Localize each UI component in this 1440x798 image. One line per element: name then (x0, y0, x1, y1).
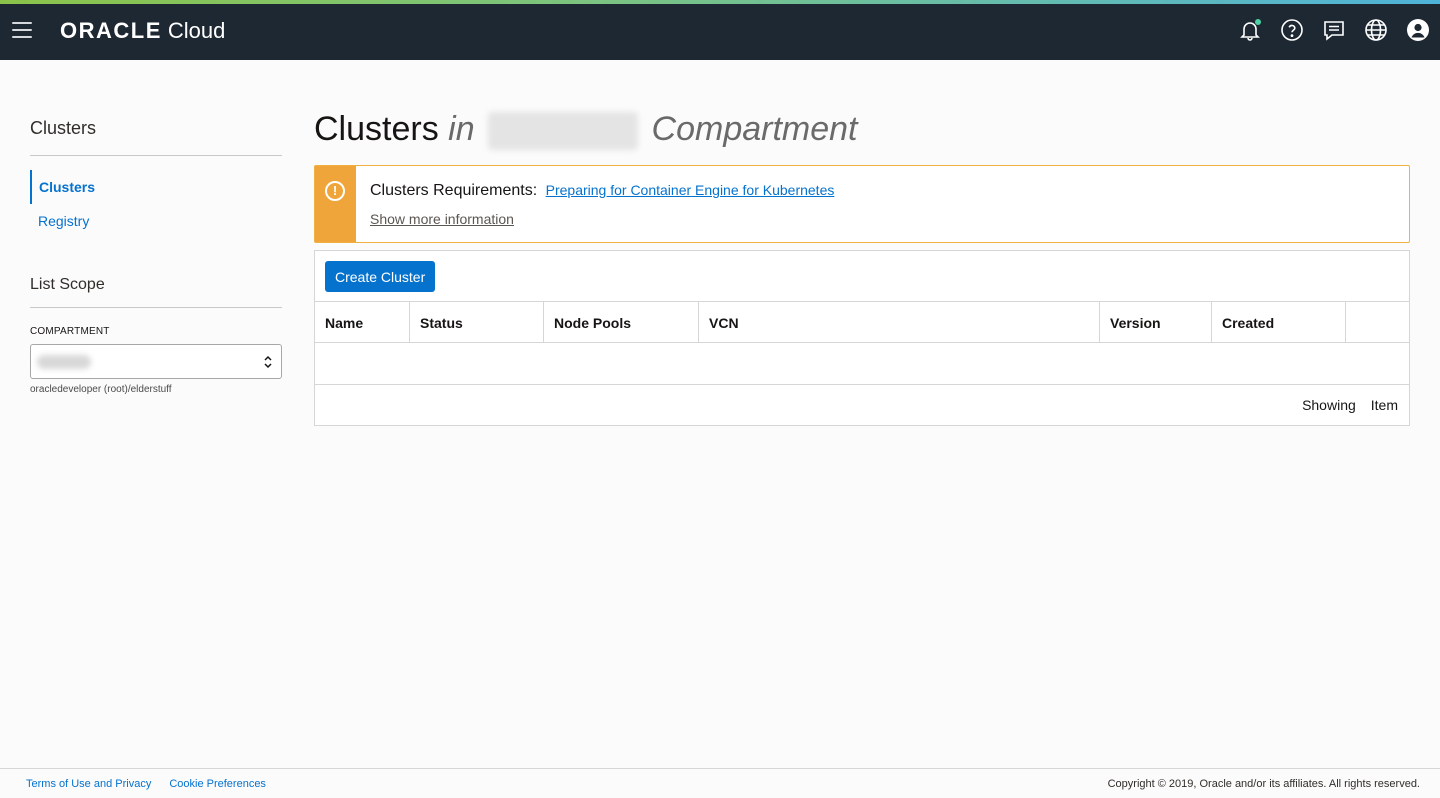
sidebar: Clusters Clusters Registry List Scope CO… (30, 118, 282, 395)
requirements-alert: ! Clusters Requirements: Preparing for C… (314, 165, 1410, 243)
table-toolbar: Create Cluster (315, 251, 1409, 302)
redacted-compartment-name (488, 112, 639, 151)
warning-icon: ! (325, 181, 345, 201)
table-empty-row (315, 343, 1409, 385)
compartment-path: oracledeveloper (root)/elderstuff (30, 384, 172, 395)
table-footer: Showing Item (315, 385, 1409, 425)
hamburger-menu-icon[interactable] (12, 22, 32, 38)
alert-label: Clusters Requirements: (370, 182, 538, 199)
user-icon[interactable] (1406, 18, 1430, 42)
column-header-node-pools[interactable]: Node Pools (544, 302, 699, 342)
column-header-version[interactable]: Version (1100, 302, 1212, 342)
terms-link[interactable]: Terms of Use and Privacy (26, 778, 151, 790)
chat-icon[interactable] (1322, 18, 1346, 42)
sidebar-item-clusters[interactable]: Clusters (30, 170, 282, 204)
copyright-text: Copyright © 2019, Oracle and/or its affi… (1107, 778, 1420, 790)
page-title-prefix: Clusters (314, 110, 439, 148)
page-title-suffix: Compartment (651, 110, 858, 148)
help-icon[interactable] (1280, 18, 1304, 42)
alert-message: Clusters Requirements: Preparing for Con… (370, 182, 834, 200)
logo-brand: ORACLE (60, 18, 162, 43)
column-header-status[interactable]: Status (410, 302, 544, 342)
compartment-select[interactable] (30, 344, 282, 379)
showing-label: Showing (1302, 397, 1356, 413)
page-title-in: in (448, 110, 475, 148)
page-footer: Terms of Use and Privacy Cookie Preferen… (0, 768, 1440, 798)
main-content: Clusters in Compartment ! Clusters Requi… (314, 108, 1410, 426)
clusters-table-panel: Create Cluster Name Status Node Pools VC… (314, 250, 1410, 426)
oracle-cloud-logo[interactable]: ORACLE Cloud (60, 18, 225, 44)
item-label: Item (1370, 397, 1398, 413)
column-header-name[interactable]: Name (315, 302, 410, 342)
globe-icon[interactable] (1364, 18, 1388, 42)
sidebar-title: Clusters (30, 118, 282, 156)
footer-links: Terms of Use and Privacy Cookie Preferen… (26, 778, 266, 790)
list-scope-title: List Scope (30, 276, 282, 308)
top-navigation-bar: ORACLE Cloud (0, 4, 1440, 60)
alert-stripe: ! (315, 166, 356, 242)
logo-product: Cloud (167, 18, 226, 43)
top-icon-group (1238, 18, 1430, 42)
select-arrows-icon (264, 355, 272, 369)
sidebar-item-registry[interactable]: Registry (30, 204, 282, 238)
bell-icon[interactable] (1238, 18, 1262, 42)
create-cluster-button[interactable]: Create Cluster (325, 261, 436, 292)
page-title: Clusters in Compartment (314, 108, 1410, 151)
notification-dot (1255, 19, 1261, 25)
kubernetes-prep-link[interactable]: Preparing for Container Engine for Kuber… (546, 182, 835, 198)
column-header-actions (1346, 302, 1409, 342)
compartment-label: COMPARTMENT (30, 326, 110, 337)
redacted-compartment-value (37, 355, 91, 369)
cookie-preferences-link[interactable]: Cookie Preferences (169, 778, 266, 790)
show-more-info-link[interactable]: Show more information (370, 211, 514, 227)
column-header-created[interactable]: Created (1212, 302, 1346, 342)
table-header: Name Status Node Pools VCN Version Creat… (315, 302, 1409, 343)
column-header-vcn[interactable]: VCN (699, 302, 1100, 342)
